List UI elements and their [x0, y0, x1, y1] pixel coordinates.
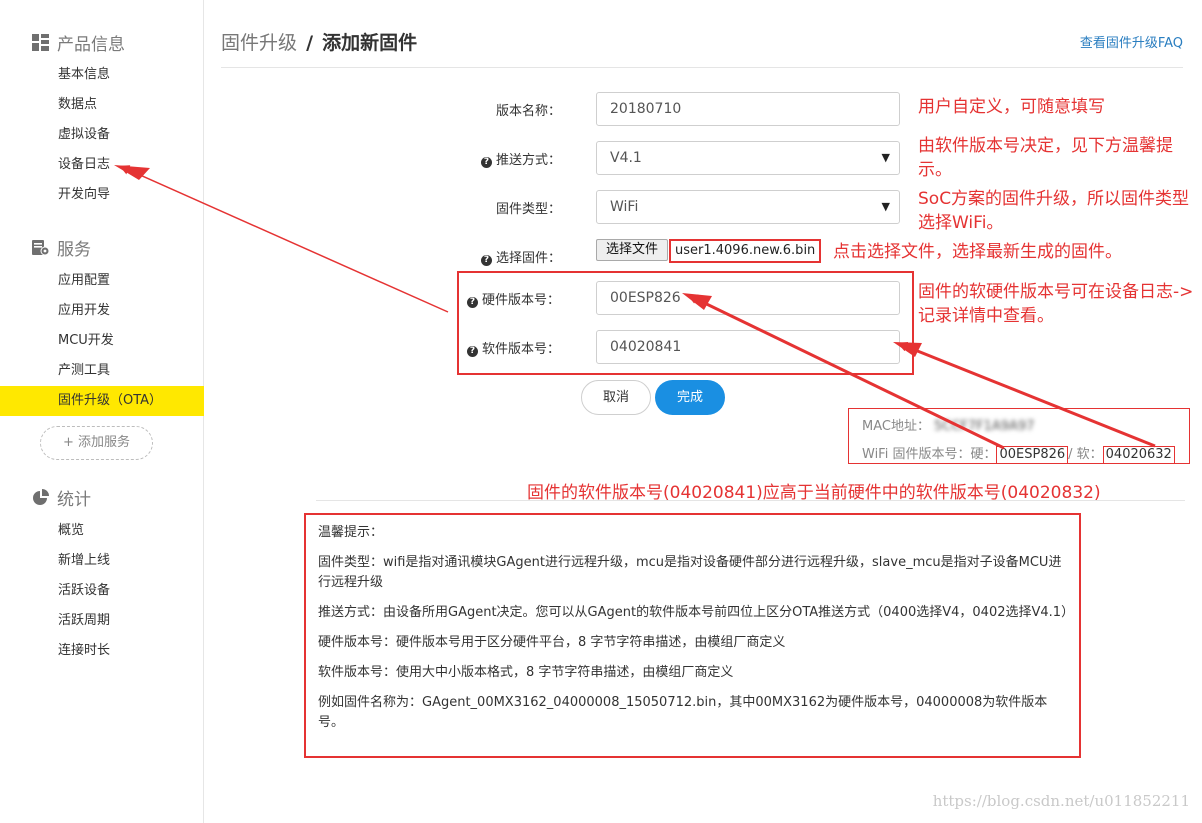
cancel-button[interactable]: 取消 — [581, 380, 651, 415]
header-divider — [221, 67, 1183, 68]
sidebar-item-dev-guide[interactable]: 开发向导 — [0, 180, 204, 210]
sidebar: 产品信息 基本信息 数据点 虚拟设备 设备日志 开发向导 服务 应用配置 应用开… — [0, 0, 204, 823]
firmware-type-label: 固件类型： — [496, 202, 562, 217]
tips-title: 温馨提示： — [318, 525, 384, 540]
dropdown-arrow-icon: ▼ — [881, 151, 890, 164]
sidebar-item-ota[interactable]: 固件升级（OTA） — [0, 386, 204, 416]
annotation-push-mode: 由软件版本号决定，见下方温馨提示。 — [918, 136, 1173, 180]
sidebar-section-product: 产品信息 — [32, 30, 125, 55]
sidebar-section-title: 统计 — [57, 489, 91, 510]
mac-address-row: MAC地址： 5CCF7F1A9A97 — [862, 419, 1035, 434]
sidebar-item-mcu-dev[interactable]: MCU开发 — [0, 326, 204, 356]
sidebar-item-virtual-device[interactable]: 虚拟设备 — [0, 120, 204, 150]
annotation-version-source: 固件的软硬件版本号可在设备日志->记录详情中查看。 — [918, 282, 1194, 326]
annotation-version-compare: 固件的软件版本号(04020841)应高于当前硬件中的软件版本号(0402083… — [527, 483, 1101, 503]
breadcrumb-separator: / — [306, 32, 314, 54]
version-name-label: 版本名称： — [496, 104, 562, 119]
firmware-file-label: ? 选择固件： — [481, 247, 561, 266]
sidebar-item-app-dev[interactable]: 应用开发 — [0, 296, 204, 326]
wifi-sw-version: 04020632 — [1102, 446, 1175, 464]
wifi-hw-version: 00ESP826 — [996, 446, 1069, 464]
sidebar-item-device-log[interactable]: 设备日志 — [0, 150, 204, 180]
add-service-button[interactable]: + 添加服务 — [40, 426, 153, 460]
done-button[interactable]: 完成 — [655, 380, 725, 415]
sidebar-section-service: 服务 — [32, 235, 91, 260]
tips-push-mode: 推送方式：由设备所用GAgent决定。您可以从GAgent的软件版本号前四位上区… — [318, 605, 1075, 620]
sidebar-section-title: 产品信息 — [57, 34, 125, 55]
sidebar-item-overview[interactable]: 概览 — [0, 516, 204, 546]
device-info-box: MAC地址： 5CCF7F1A9A97 WiFi 固件版本号：硬： 00ESP826… — [848, 408, 1190, 464]
sidebar-item-prod-test[interactable]: 产测工具 — [0, 356, 204, 386]
page-title: 添加新固件 — [322, 32, 418, 54]
sidebar-item-active-devices[interactable]: 活跃设备 — [0, 576, 204, 606]
annotation-firmware-type: SoC方案的固件升级，所以固件类型选择WiFi。 — [918, 189, 1190, 233]
tips-box: 温馨提示： 固件类型：wifi是指对通讯模块GAgent进行远程升级，mcu是指… — [304, 513, 1081, 758]
help-icon[interactable]: ? — [481, 157, 492, 168]
faq-link[interactable]: 查看固件升级FAQ — [1080, 32, 1183, 51]
section-divider — [316, 500, 1185, 501]
tips-firmware-type: 固件类型：wifi是指对通讯模块GAgent进行远程升级，mcu是指对设备硬件部… — [318, 555, 1062, 590]
sidebar-section-title: 服务 — [57, 239, 91, 260]
sidebar-item-datapoints[interactable]: 数据点 — [0, 90, 204, 120]
selected-file-name: user1.4096.new.6.bin — [669, 239, 822, 263]
pie-icon — [32, 488, 49, 506]
breadcrumb: 固件升级 / 添加新固件 — [221, 28, 417, 55]
version-name-input[interactable]: 20180710 — [596, 92, 900, 126]
service-icon — [32, 239, 50, 256]
help-icon[interactable]: ? — [481, 255, 492, 266]
tips-hardware-version: 硬件版本号：硬件版本号用于区分硬件平台，8 字节字符串描述，由模组厂商定义 — [318, 635, 786, 650]
tips-software-version: 软件版本号：使用大中小版本格式，8 字节字符串描述，由模组厂商定义 — [318, 665, 734, 680]
sidebar-section-stats: 统计 — [32, 485, 91, 510]
dropdown-arrow-icon: ▼ — [881, 200, 890, 213]
sidebar-item-connect-time[interactable]: 连接时长 — [0, 636, 204, 666]
grid-icon — [32, 33, 49, 51]
firmware-type-select[interactable]: WiFi ▼ — [596, 190, 900, 224]
annotation-choose-file: 点击选择文件，选择最新生成的固件。 — [833, 242, 1122, 262]
breadcrumb-parent[interactable]: 固件升级 — [221, 32, 297, 54]
watermark: https://blog.csdn.net/u011852211 — [932, 792, 1190, 810]
mac-address-value: 5CCF7F1A9A97 — [933, 419, 1035, 434]
sidebar-item-app-config[interactable]: 应用配置 — [0, 266, 204, 296]
version-highlight-box — [457, 271, 914, 375]
sidebar-item-active-period[interactable]: 活跃周期 — [0, 606, 204, 636]
tips-example: 例如固件名称为：GAgent_00MX3162_04000008_1505071… — [318, 695, 1048, 730]
choose-file-button[interactable]: 选择文件 — [596, 239, 668, 261]
annotation-version-name: 用户自定义，可随意填写 — [918, 97, 1105, 117]
push-mode-label: ? 推送方式： — [481, 149, 561, 168]
sidebar-item-new-online[interactable]: 新增上线 — [0, 546, 204, 576]
sidebar-item-basic-info[interactable]: 基本信息 — [0, 60, 204, 90]
wifi-firmware-row: WiFi 固件版本号：硬： 00ESP826/ 软： 04020632 — [862, 443, 1175, 464]
push-mode-select[interactable]: V4.1 ▼ — [596, 141, 900, 175]
